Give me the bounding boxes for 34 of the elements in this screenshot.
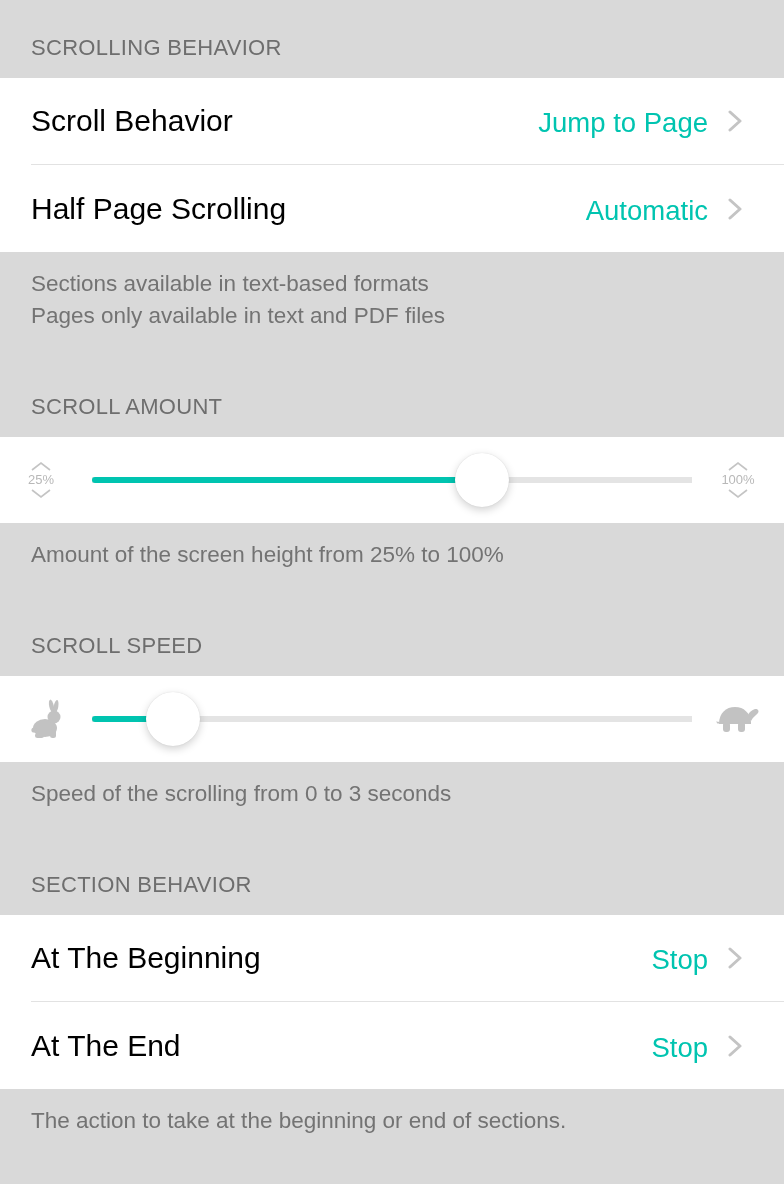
row-label: Half Page Scrolling	[31, 191, 287, 226]
row-value: Jump to Page	[538, 106, 708, 139]
chevron-down-icon	[31, 489, 51, 498]
footer-note: Amount of the screen height from 25% to 100%	[31, 541, 505, 569]
section-header: SCROLL AMOUNT	[31, 394, 223, 419]
chevron-right-icon	[728, 947, 742, 969]
chevron-down-icon	[728, 489, 748, 498]
chevron-right-icon	[728, 1034, 742, 1057]
section-header: SCROLL SPEED	[31, 633, 203, 658]
row-value: Stop	[651, 1030, 708, 1064]
setting-row[interactable]: Scroll Behavior Jump to Page	[0, 78, 784, 165]
row-label: At The End	[31, 1028, 181, 1063]
slider-thumb[interactable]	[455, 453, 509, 507]
turtle-icon	[716, 705, 760, 733]
setting-row[interactable]: Half Page Scrolling Automatic	[0, 165, 784, 252]
slider-max-label: 100%	[721, 473, 755, 487]
section-header: SCROLLING BEHAVIOR	[31, 35, 282, 60]
slider-thumb[interactable]	[146, 692, 200, 746]
footer-note: The action to take at the beginning or end of sections.	[31, 1107, 568, 1135]
chevron-up-icon	[31, 462, 51, 471]
row-label: At The Beginning	[31, 941, 261, 975]
chevron-right-icon	[728, 197, 742, 220]
footer-note: Pages only available in text and PDF files	[31, 302, 446, 330]
row-label: Scroll Behavior	[31, 104, 233, 138]
footer-note: Speed of the scrolling from 0 to 3 seconds	[31, 780, 453, 808]
section-header: SECTION BEHAVIOR	[31, 872, 252, 897]
row-value: Automatic	[585, 193, 708, 227]
row-value: Stop	[651, 943, 708, 976]
setting-row[interactable]: At The Beginning Stop	[0, 915, 784, 1002]
setting-row[interactable]: At The End Stop	[0, 1002, 784, 1089]
slider-min-label: 25%	[28, 473, 55, 487]
chevron-right-icon	[728, 110, 742, 132]
chevron-up-icon	[728, 462, 748, 471]
footer-note: Sections available in text-based formats	[31, 270, 430, 298]
